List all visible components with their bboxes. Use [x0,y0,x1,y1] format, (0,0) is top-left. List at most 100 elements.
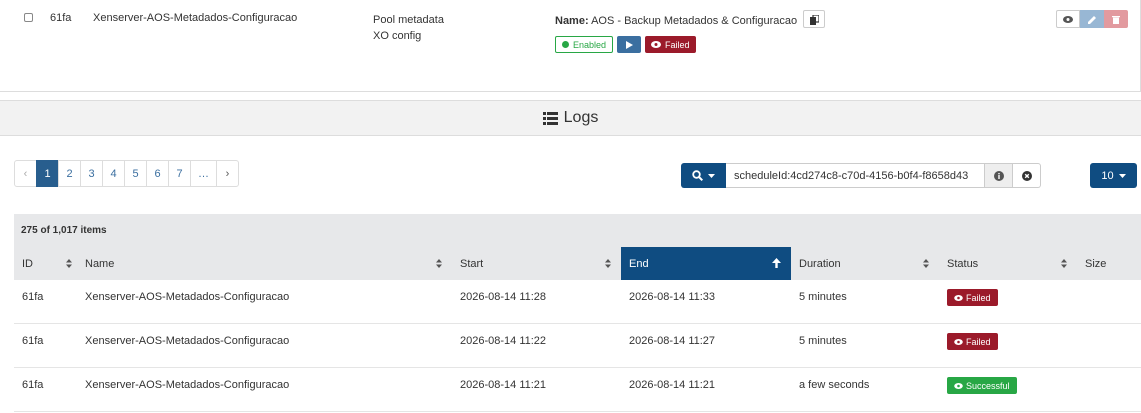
clear-icon [1021,170,1032,181]
cell-id: 61fa [22,291,44,303]
page-6-button[interactable]: 6 [146,160,169,187]
eye-icon [651,41,662,48]
play-icon [626,40,634,49]
eye-icon [954,294,963,301]
sort-icon [66,259,72,268]
cell-name: Xenserver-AOS-Metadados-Configuracao [85,379,290,391]
table-row[interactable]: 61fa Xenserver-AOS-Metadados-Configuraca… [14,368,1141,412]
column-header-start[interactable]: Start [452,248,621,280]
status-label: Successful [966,380,1010,391]
column-label: ID [22,258,33,270]
page-3-button[interactable]: 3 [80,160,103,187]
caret-down-icon [708,173,715,178]
caret-down-icon [1118,173,1126,178]
cell-status: Failed [939,333,998,352]
cell-status: Successful [939,377,1017,396]
run-schedule-button[interactable] [617,36,642,53]
cell-end: 2026-08-14 11:33 [629,291,716,303]
column-label: End [629,257,649,270]
logs-filter [681,163,1041,188]
table-row[interactable]: 61fa Xenserver-AOS-Metadados-Configuraca… [14,280,1141,324]
column-label: Start [460,258,484,270]
view-job-button[interactable] [1056,10,1080,28]
cell-end: 2026-08-14 11:27 [629,335,716,347]
cell-duration: 5 minutes [799,335,847,347]
page-ellipsis-button[interactable]: … [190,160,217,187]
copy-schedule-id-button[interactable] [803,10,826,28]
column-label: Size [1085,258,1107,270]
eye-icon [1063,15,1073,23]
job-select-checkbox[interactable] [24,13,33,22]
cell-id: 61fa [22,335,44,347]
job-schedule: Name: AOS - Backup Metadados & Configura… [555,10,826,53]
job-mode-item: Pool metadata [373,14,444,26]
filter-input[interactable] [726,163,985,188]
column-header-size[interactable]: Size [1077,248,1141,280]
schedule-badges: Enabled Failed [555,36,825,53]
filter-menu-button[interactable] [681,163,726,188]
status-badge[interactable]: Successful [947,377,1017,394]
page-7-button[interactable]: 7 [168,160,191,187]
cell-name: Xenserver-AOS-Metadados-Configuracao [85,291,290,303]
enabled-label: Enabled [573,39,607,50]
page-1-button[interactable]: 1 [36,160,59,187]
job-modes: Pool metadata XO config [373,12,444,44]
cell-start: 2026-08-14 11:28 [460,291,547,303]
page-2-button[interactable]: 2 [58,160,81,187]
filter-help-button[interactable] [985,163,1013,188]
page-next-button[interactable]: › [216,160,239,187]
schedule-enabled-toggle[interactable]: Enabled [555,36,614,53]
page-4-button[interactable]: 4 [102,160,125,187]
status-badge[interactable]: Failed [947,333,998,350]
eye-icon [954,338,963,345]
column-label: Duration [799,258,841,270]
sort-icon [1061,259,1067,268]
page-5-button[interactable]: 5 [124,160,147,187]
schedule-name-label: Name: [555,14,589,27]
search-icon [692,170,703,181]
cell-start: 2026-08-14 11:21 [460,379,547,391]
status-label: Failed [966,336,991,347]
delete-job-button[interactable] [1104,10,1128,28]
column-header-duration[interactable]: Duration [791,248,939,280]
column-label: Name [85,258,115,270]
column-header-end[interactable]: End [621,247,791,280]
job-id: 61fa [50,12,72,24]
status-badge[interactable]: Failed [947,289,998,306]
last-run-status-label: Failed [665,39,690,50]
info-icon [993,170,1004,181]
copy-icon [810,15,820,25]
edit-job-button[interactable] [1080,10,1104,28]
logs-title: Logs [563,109,599,126]
job-name: Xenserver-AOS-Metadados-Configuracao [93,12,298,24]
status-label: Failed [966,292,991,303]
cell-end: 2026-08-14 11:21 [629,379,716,391]
table-row[interactable]: 61fa Xenserver-AOS-Metadados-Configuraca… [14,324,1141,368]
column-header-status[interactable]: Status [939,248,1077,280]
table-header: ID Name Start End Duration Status Size [14,247,1141,280]
list-icon [542,111,558,125]
cell-duration: 5 minutes [799,291,847,303]
logs-pagination: ‹ 1 2 3 4 5 6 7 … › [14,160,239,187]
cell-status: Failed [939,289,998,308]
cell-start: 2026-08-14 11:22 [460,335,547,347]
enabled-dot-icon [562,41,569,48]
page-prev-button[interactable]: ‹ [14,160,37,187]
page-size-value: 10 [1101,169,1114,182]
logs-table: 275 of 1,017 items ID Name Start End Dur… [14,214,1141,412]
column-header-id[interactable]: ID [14,248,82,280]
last-run-status-badge[interactable]: Failed [645,36,696,53]
page-size-dropdown[interactable]: 10 [1090,163,1137,188]
logs-header: Logs [0,100,1141,136]
arrow-up-icon [772,258,781,268]
column-header-name[interactable]: Name [77,248,452,280]
cell-duration: a few seconds [799,379,870,391]
schedule-name: Name: AOS - Backup Metadados & Configura… [555,10,826,30]
backup-job-panel: 61fa Xenserver-AOS-Metadados-Configuraca… [0,0,1141,92]
filter-clear-button[interactable] [1013,163,1041,188]
sort-icon [605,259,611,268]
schedule-name-value: AOS - Backup Metadados & Configuracao [591,14,798,27]
sort-icon [436,259,442,268]
column-label: Status [947,258,979,270]
eye-icon [954,382,963,389]
